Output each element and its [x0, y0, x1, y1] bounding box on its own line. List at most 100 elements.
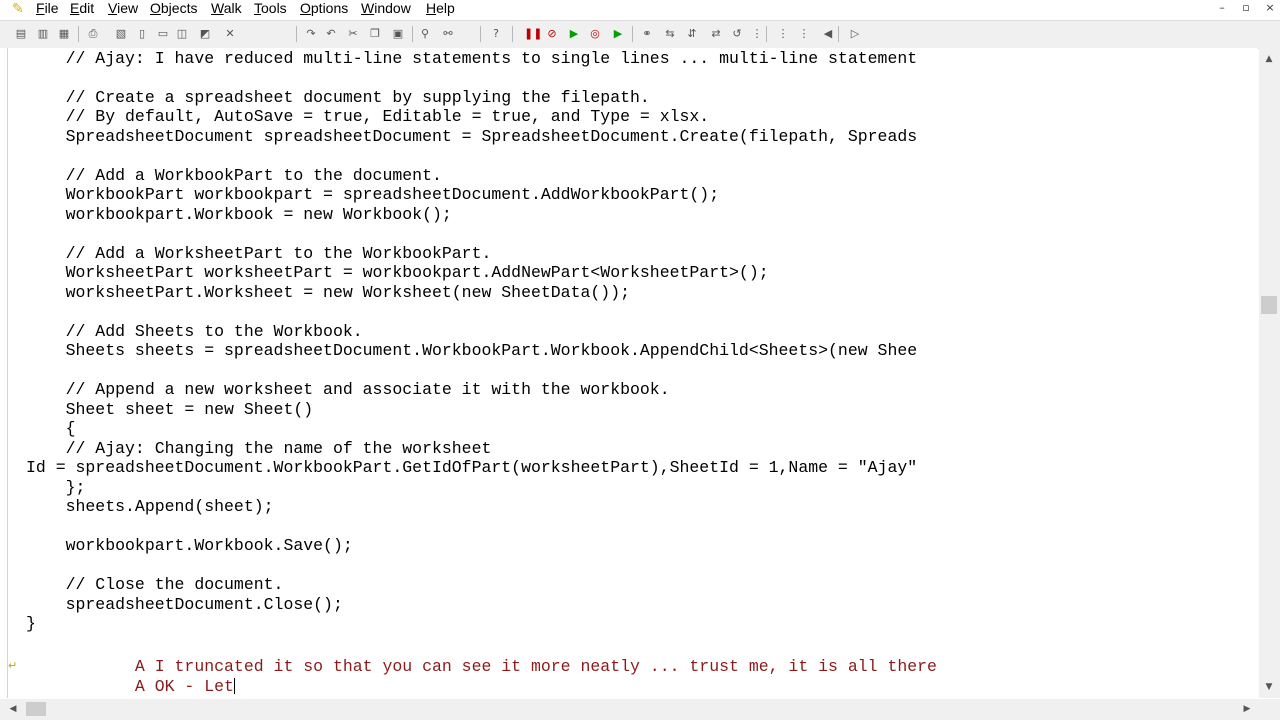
- run-icon[interactable]: ▶: [567, 27, 581, 41]
- menu-walk[interactable]: Walk: [211, 0, 242, 18]
- current-line-marker-icon: ↵: [8, 659, 18, 672]
- page-setup-icon[interactable]: ▭: [156, 27, 170, 41]
- code-line[interactable]: Id = spreadsheetDocument.WorkbookPart.Ge…: [26, 458, 917, 477]
- toolbar-separator: [78, 26, 79, 42]
- menu-edit[interactable]: Edit: [70, 0, 94, 18]
- toolbar: ▤ ▥ ▦ ⎙ ▧ ▯ ▭ ◫ ◩ ✕ ↷ ↶ ✂ ❐ ▣ ⚲ ⚯? ❚❚ ⊘ ▶ ◎ ▶ ⚭ ⇆ ⇵ ⇄ ↺ ⋮ ⋮ ⋮ ◀ ▷: [0, 20, 1280, 49]
- code-line[interactable]: workbookpart.Workbook.Save();: [26, 536, 353, 555]
- find-next-icon[interactable]: ⚯: [441, 27, 455, 41]
- scroll-down-icon[interactable]: ▼: [1262, 680, 1276, 694]
- code-line[interactable]: // Create a spreadsheet document by supp…: [26, 88, 650, 107]
- code-line[interactable]: spreadsheetDocument.Close();: [26, 595, 343, 614]
- menu-view[interactable]: View: [108, 0, 138, 18]
- menu-label: ools: [261, 0, 287, 16]
- walk3-icon[interactable]: ⇵: [685, 27, 699, 41]
- delete-icon[interactable]: ✕: [223, 27, 237, 41]
- code-line[interactable]: Sheets sheets = spreadsheetDocument.Work…: [26, 341, 918, 360]
- menu-label: ptions: [310, 0, 349, 16]
- minimize-icon[interactable]: –: [1214, 1, 1230, 15]
- menu-label: dit: [79, 0, 95, 16]
- find-icon[interactable]: ⚲: [418, 27, 432, 41]
- walk4-icon[interactable]: ⇄: [709, 27, 723, 41]
- code-line[interactable]: // Add a WorkbookPart to the document.: [26, 166, 442, 185]
- scroll-up-icon[interactable]: ▲: [1262, 52, 1276, 66]
- menu-accelerator: F: [36, 0, 45, 16]
- menu-options[interactable]: Options: [300, 0, 348, 18]
- code-line[interactable]: sheets.Append(sheet);: [26, 497, 274, 516]
- code-line[interactable]: // Add Sheets to the Workbook.: [26, 322, 363, 341]
- print-icon[interactable]: ⎙: [86, 27, 100, 41]
- vertical-scrollbar[interactable]: ▲ ▼: [1259, 48, 1280, 698]
- toolbar-separator: [412, 26, 413, 42]
- code-line[interactable]: Sheet sheet = new Sheet(): [26, 400, 314, 419]
- print-preview-icon[interactable]: ▧: [114, 27, 128, 41]
- editor-gutter: [0, 48, 8, 698]
- code-line[interactable]: workbookpart.Workbook = new Workbook();: [26, 205, 452, 224]
- paste-icon[interactable]: ▣: [391, 27, 405, 41]
- menu-label: elp: [436, 0, 455, 16]
- save-all-icon[interactable]: ▦: [57, 27, 71, 41]
- code-line[interactable]: // Ajay: Changing the name of the worksh…: [26, 439, 492, 458]
- trace1-icon[interactable]: ⋮: [750, 27, 764, 41]
- menu-file[interactable]: File: [36, 0, 59, 18]
- code-line[interactable]: A I truncated it so that you can see it …: [26, 657, 937, 676]
- menu-objects[interactable]: Objects: [150, 0, 197, 18]
- menu-help[interactable]: Help: [426, 0, 455, 18]
- menu-accelerator: H: [426, 0, 437, 16]
- horizontal-scroll-thumb[interactable]: [26, 702, 46, 716]
- menu-label: iew: [117, 0, 139, 16]
- menu-bar: ✎ File Edit View Objects Walk Tools Options Win…: [0, 0, 1280, 18]
- app-walker-icon[interactable]: ✎: [12, 1, 28, 17]
- forward-icon[interactable]: ▷: [848, 27, 862, 41]
- close-icon[interactable]: ×: [1262, 1, 1278, 15]
- copy-icon[interactable]: ❐: [368, 27, 382, 41]
- help-icon[interactable]: ?: [489, 27, 503, 41]
- code-line[interactable]: A OK - Let: [26, 677, 235, 696]
- walk1-icon[interactable]: ⚭: [640, 27, 654, 41]
- code-line[interactable]: // By default, AutoSave = true, Editable…: [26, 107, 710, 126]
- menu-label: indow: [374, 0, 411, 16]
- code-line[interactable]: worksheetPart.Worksheet = new Worksheet(…: [26, 283, 630, 302]
- menu-tools[interactable]: Tools: [254, 0, 287, 18]
- code-line[interactable]: {: [26, 419, 76, 438]
- paste-doc-icon[interactable]: ◩: [198, 27, 212, 41]
- restore-icon[interactable]: ▫: [1238, 1, 1254, 15]
- step-icon[interactable]: ◎: [588, 27, 602, 41]
- walk5-icon[interactable]: ↺: [730, 27, 744, 41]
- menu-accelerator: O: [150, 0, 161, 16]
- run-to-icon[interactable]: ▶: [611, 27, 625, 41]
- code-line[interactable]: // Ajay: I have reduced multi-line state…: [26, 49, 918, 68]
- trace2-icon[interactable]: ⋮: [776, 27, 790, 41]
- open-icon[interactable]: ▤: [14, 27, 28, 41]
- redo-icon[interactable]: ↷: [304, 27, 318, 41]
- code-line[interactable]: WorksheetPart worksheetPart = workbookpa…: [26, 263, 769, 282]
- menu-accelerator: T: [254, 0, 261, 16]
- scroll-right-icon[interactable]: ▶: [1240, 702, 1254, 716]
- code-line[interactable]: // Add a WorksheetPart to the WorkbookPa…: [26, 244, 492, 263]
- page-icon[interactable]: ▯: [135, 27, 149, 41]
- code-editor[interactable]: // Ajay: I have reduced multi-line state…: [0, 48, 1258, 698]
- code-line[interactable]: };: [26, 478, 86, 497]
- walk2-icon[interactable]: ⇆: [663, 27, 677, 41]
- horizontal-scrollbar[interactable]: ◀ ▶: [0, 699, 1280, 720]
- trace3-icon[interactable]: ⋮: [797, 27, 811, 41]
- code-line[interactable]: WorkbookPart workbookpart = spreadsheetD…: [26, 185, 720, 204]
- code-line[interactable]: SpreadsheetDocument spreadsheetDocument …: [26, 127, 918, 146]
- code-line[interactable]: }: [26, 614, 36, 633]
- save-icon[interactable]: ▥: [36, 27, 50, 41]
- toolbar-separator: [632, 26, 633, 42]
- vertical-scroll-thumb[interactable]: [1261, 296, 1277, 314]
- menu-accelerator: V: [108, 0, 118, 16]
- copy-doc-icon[interactable]: ◫: [175, 27, 189, 41]
- back-icon[interactable]: ◀: [821, 27, 835, 41]
- pause-icon[interactable]: ❚❚: [524, 27, 542, 41]
- toolbar-separator: [296, 26, 297, 42]
- cut-icon[interactable]: ✂: [346, 27, 360, 41]
- scroll-left-icon[interactable]: ◀: [6, 702, 20, 716]
- undo-icon[interactable]: ↶: [324, 27, 338, 41]
- code-line[interactable]: // Close the document.: [26, 575, 284, 594]
- code-line[interactable]: // Append a new worksheet and associate …: [26, 380, 670, 399]
- menu-accelerator: W: [361, 0, 375, 16]
- stop-icon[interactable]: ⊘: [545, 27, 559, 41]
- menu-window[interactable]: Window: [361, 0, 411, 18]
